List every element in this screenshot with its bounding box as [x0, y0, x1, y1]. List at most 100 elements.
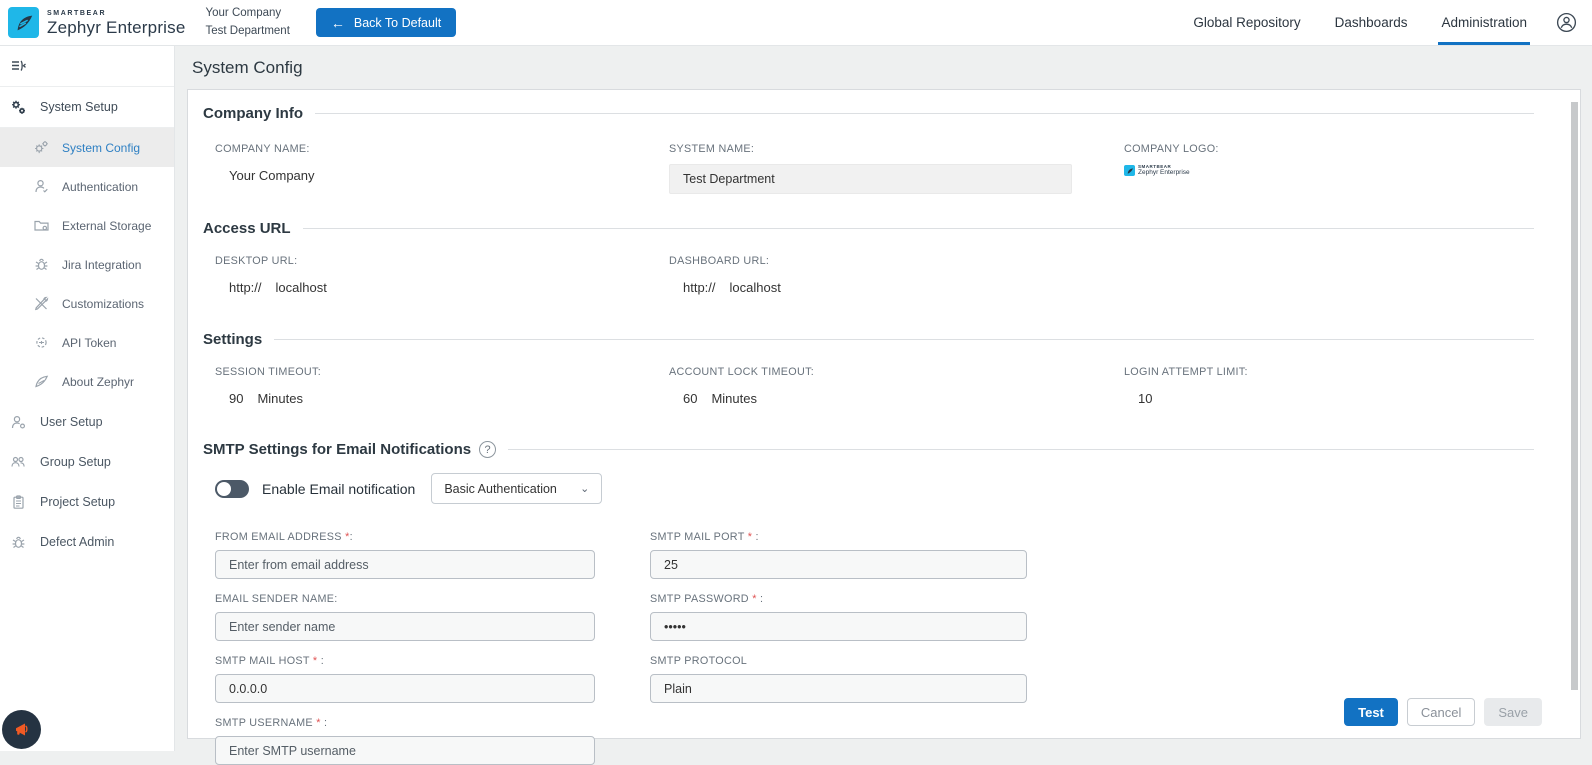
sidebar-item-authentication[interactable]: Authentication	[0, 167, 174, 206]
sidebar-item-defect-admin[interactable]: Defect Admin	[0, 522, 174, 562]
zephyr-logo-icon	[1124, 165, 1135, 176]
field-label: EMAIL SENDER NAME	[215, 593, 334, 605]
sidebar-item-label: Customizations	[62, 297, 144, 311]
field-colon: :	[334, 593, 337, 605]
sidebar-item-label: Authentication	[62, 180, 138, 194]
bug-icon	[33, 256, 50, 273]
sidebar-item-label: About Zephyr	[62, 375, 134, 389]
company-logo-label: COMPANY LOGO:	[1124, 143, 1580, 155]
dashboard-url-host: localhost	[730, 280, 781, 295]
field-colon: :	[350, 531, 353, 543]
vertical-scrollbar[interactable]	[1571, 102, 1578, 690]
company-name-text: Your Company	[206, 5, 290, 22]
toggle-knob	[217, 482, 231, 496]
from-email-input[interactable]	[215, 550, 595, 579]
chevron-down-icon: ⌄	[580, 482, 589, 495]
smtp-password-input[interactable]	[650, 612, 1027, 641]
account-lock-timeout-unit: Minutes	[711, 391, 757, 406]
sidebar-item-label: System Config	[62, 141, 140, 155]
nav-dashboards[interactable]: Dashboards	[1318, 0, 1425, 45]
sidebar-item-project-setup[interactable]: Project Setup	[0, 482, 174, 522]
section-smtp: SMTP Settings for Email Notifications ?	[188, 441, 1534, 458]
help-icon[interactable]: ?	[479, 441, 496, 458]
section-rule	[508, 449, 1534, 450]
sidebar-item-api-token[interactable]: API Token	[0, 323, 174, 362]
field-label: SMTP PROTOCOL	[650, 655, 747, 667]
back-arrow-icon: ←	[331, 15, 345, 31]
section-rule	[274, 339, 1534, 340]
test-button[interactable]: Test	[1344, 698, 1398, 726]
sidebar-item-user-setup[interactable]: User Setup	[0, 402, 174, 442]
mini-product-name: Zephyr Enterprise	[1138, 170, 1190, 177]
section-access-url: Access URL	[188, 220, 1534, 237]
smtp-host-field: SMTP MAIL HOST * :	[215, 655, 650, 703]
smtp-protocol-input[interactable]	[650, 674, 1027, 703]
desktop-url-label: DESKTOP URL:	[215, 255, 669, 267]
sidebar-item-label: Defect Admin	[40, 535, 114, 549]
bug-icon	[10, 534, 27, 551]
users-icon	[10, 454, 27, 471]
login-attempt-limit-field: LOGIN ATTEMPT LIMIT: 10	[1124, 366, 1580, 406]
page-title: System Config	[192, 58, 303, 78]
top-navigation: Global Repository Dashboards Administrat…	[1176, 0, 1592, 45]
mini-logo-text: SMARTBEAR Zephyr Enterprise	[1138, 165, 1190, 176]
sidebar-collapse-icon[interactable]	[9, 58, 27, 74]
enable-email-toggle-label: Enable Email notification	[262, 481, 415, 497]
cancel-button[interactable]: Cancel	[1407, 698, 1475, 726]
enable-email-toggle[interactable]	[215, 480, 249, 498]
field-label: SMTP MAIL PORT	[650, 531, 748, 543]
sidebar-item-label: Group Setup	[40, 455, 111, 469]
nav-administration[interactable]: Administration	[1424, 0, 1544, 45]
sidebar-item-system-config[interactable]: System Config	[0, 128, 174, 167]
sidebar-item-group-setup[interactable]: Group Setup	[0, 442, 174, 482]
smtp-port-input[interactable]	[650, 550, 1027, 579]
sidebar-item-label: Jira Integration	[62, 258, 141, 272]
user-gear-icon	[10, 414, 27, 431]
dashboard-url-field: DASHBOARD URL: http:// localhost	[669, 255, 1124, 295]
sidebar-group-system-setup[interactable]: System Setup	[0, 87, 174, 127]
feather-icon	[33, 373, 50, 390]
field-colon: :	[317, 655, 324, 667]
sidebar-item-about-zephyr[interactable]: About Zephyr	[0, 362, 174, 401]
auth-type-value: Basic Authentication	[444, 482, 557, 496]
sender-name-input[interactable]	[215, 612, 595, 641]
sidebar-group-label: System Setup	[40, 100, 118, 114]
megaphone-icon	[12, 720, 32, 740]
account-lock-timeout-value: 60	[683, 391, 697, 406]
field-label: SMTP USERNAME	[215, 717, 316, 729]
company-name-value: Your Company	[215, 168, 669, 183]
zephyr-logo: SMARTBEAR Zephyr Enterprise	[0, 7, 186, 38]
sidebar-item-external-storage[interactable]: External Storage	[0, 206, 174, 245]
back-to-default-button[interactable]: ← Back To Default	[316, 8, 456, 37]
smtp-host-input[interactable]	[215, 674, 595, 703]
sidebar-item-jira-integration[interactable]: Jira Integration	[0, 245, 174, 284]
system-name-field: SYSTEM NAME:	[669, 143, 1124, 194]
product-name: Zephyr Enterprise	[47, 19, 186, 36]
field-colon: :	[752, 531, 759, 543]
company-name-field: COMPANY NAME: Your Company	[215, 143, 669, 194]
smtp-username-field: SMTP USERNAME * :	[215, 717, 650, 765]
company-logo-field: COMPANY LOGO: SMARTBEAR Zephyr Enterpris…	[1124, 143, 1580, 194]
sidebar-item-label: User Setup	[40, 415, 103, 429]
user-avatar-icon[interactable]	[1556, 12, 1577, 33]
system-name-label: SYSTEM NAME:	[669, 143, 1124, 155]
field-label: FROM EMAIL ADDRESS	[215, 531, 345, 543]
save-button[interactable]: Save	[1484, 698, 1542, 726]
auth-type-dropdown[interactable]: Basic Authentication ⌄	[431, 473, 602, 504]
sidebar-collapse-row	[0, 46, 174, 87]
session-timeout-label: SESSION TIMEOUT:	[215, 366, 669, 378]
gears-icon	[10, 99, 27, 116]
sender-name-field: EMAIL SENDER NAME:	[215, 593, 650, 641]
sidebar-item-customizations[interactable]: Customizations	[0, 284, 174, 323]
session-timeout-value: 90	[229, 391, 243, 406]
support-chat-button[interactable]	[2, 710, 41, 749]
desktop-url-field: DESKTOP URL: http:// localhost	[215, 255, 669, 295]
token-gear-icon	[33, 334, 50, 351]
department-name-text: Test Department	[206, 23, 290, 40]
login-attempt-limit-value: 10	[1138, 391, 1152, 406]
section-title: SMTP Settings for Email Notifications	[203, 441, 471, 458]
user-check-icon	[33, 178, 50, 195]
nav-global-repository[interactable]: Global Repository	[1176, 0, 1317, 45]
field-colon: :	[757, 593, 764, 605]
system-name-input[interactable]	[669, 164, 1072, 194]
